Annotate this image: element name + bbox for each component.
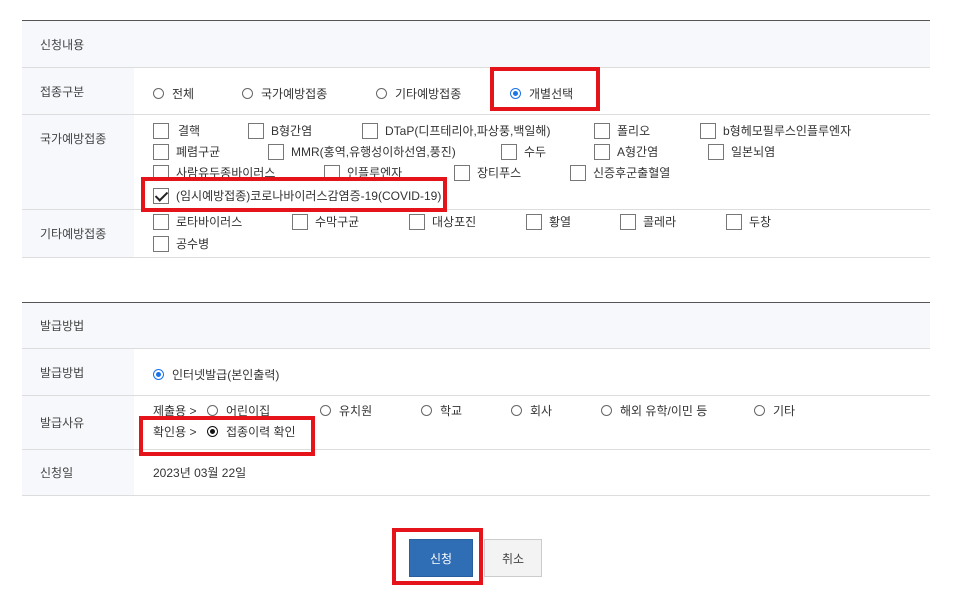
other-vaccination-label: 기타예방접종 xyxy=(22,210,134,257)
highlight-box-individual-select xyxy=(490,67,600,111)
check-meningococcal[interactable]: 수막구균 xyxy=(292,213,359,230)
checkbox-icon xyxy=(594,143,610,160)
other-vaccination-row: 기타예방접종 로타바이러스 수막구균 대상포진 황열 콜레라 두창 공수병 xyxy=(22,210,930,258)
radio-icon xyxy=(601,405,612,416)
check-rotavirus[interactable]: 로타바이러스 xyxy=(153,213,242,230)
checkbox-icon xyxy=(362,122,378,139)
application-date-row: 신청일 2023년 03월 22일 xyxy=(22,450,930,496)
issue-method-label: 발급방법 xyxy=(22,349,134,395)
check-hepb[interactable]: B형간염 xyxy=(248,122,312,139)
radio-icon xyxy=(511,405,522,416)
checkbox-icon xyxy=(454,164,470,181)
check-cholera[interactable]: 콜레라 xyxy=(620,213,676,230)
application-date-value: 2023년 03월 22일 xyxy=(153,466,247,480)
checkbox-icon xyxy=(153,143,169,160)
checkbox-icon xyxy=(153,122,169,139)
check-hepa[interactable]: A형간염 xyxy=(594,143,658,160)
check-dtap[interactable]: DTaP(디프테리아,파상풍,백일해) xyxy=(362,122,550,139)
check-mmr[interactable]: MMR(홍역,유행성이하선염,풍진) xyxy=(268,143,456,160)
radio-company[interactable]: 회사 xyxy=(511,402,552,419)
radio-all[interactable]: 전체 xyxy=(153,85,194,102)
radio-kindergarten[interactable]: 유치원 xyxy=(320,402,372,419)
radio-etc[interactable]: 기타 xyxy=(754,402,795,419)
checkbox-icon xyxy=(248,122,264,139)
highlight-box-vaccination-history xyxy=(139,416,315,456)
section-title: 신청내용 xyxy=(40,37,85,52)
cancel-button[interactable]: 취소 xyxy=(484,539,542,577)
radio-school[interactable]: 학교 xyxy=(421,402,462,419)
issue-method-row: 발급방법 인터넷발급(본인출력) xyxy=(22,349,930,396)
section-header: 신청내용 xyxy=(22,21,930,68)
check-japanese-encephalitis[interactable]: 일본뇌염 xyxy=(708,143,775,160)
check-yellow-fever[interactable]: 황열 xyxy=(526,213,571,230)
checkbox-icon xyxy=(409,213,425,230)
check-rabies[interactable]: 공수병 xyxy=(153,235,209,252)
check-hib[interactable]: b형헤모필루스인플루엔자 xyxy=(700,122,851,139)
checkbox-icon xyxy=(153,213,169,230)
radio-study-abroad[interactable]: 해외 유학/이민 등 xyxy=(601,402,707,419)
radio-other[interactable]: 기타예방접종 xyxy=(376,85,461,102)
checkbox-icon xyxy=(501,143,517,160)
check-varicella[interactable]: 수두 xyxy=(501,143,546,160)
vaccination-type-label: 접종구분 xyxy=(22,68,134,114)
checkbox-icon xyxy=(700,122,716,139)
radio-icon xyxy=(320,405,331,416)
issue-reason-label: 발급사유 xyxy=(22,396,134,449)
highlight-box-submit xyxy=(392,528,483,585)
checkbox-icon xyxy=(268,143,284,160)
check-zoster[interactable]: 대상포진 xyxy=(409,213,476,230)
radio-national[interactable]: 국가예방접종 xyxy=(242,85,327,102)
checkbox-icon xyxy=(570,164,586,181)
check-pneumococcal[interactable]: 폐렴구균 xyxy=(153,143,220,160)
radio-icon xyxy=(421,405,432,416)
check-hfrs[interactable]: 신증후군출혈열 xyxy=(570,164,670,181)
radio-internet-issue[interactable]: 인터넷발급(본인출력) xyxy=(153,366,279,383)
section-header: 발급방법 xyxy=(22,303,930,349)
checkbox-icon xyxy=(708,143,724,160)
checkbox-icon xyxy=(726,213,742,230)
checkbox-icon xyxy=(594,122,610,139)
radio-icon xyxy=(376,88,387,99)
check-polio[interactable]: 폴리오 xyxy=(594,122,650,139)
national-vaccination-label: 국가예방접종 xyxy=(22,115,134,209)
checkbox-icon xyxy=(153,235,169,252)
vaccination-type-row: 접종구분 전체 국가예방접종 기타예방접종 개별선택 xyxy=(22,68,930,115)
radio-icon xyxy=(153,88,164,99)
checkbox-icon xyxy=(526,213,542,230)
section-title: 발급방법 xyxy=(40,319,85,333)
application-content-table: 신청내용 접종구분 전체 국가예방접종 기타예방접종 개별선택 국가예방접종 결… xyxy=(22,20,930,258)
application-date-label: 신청일 xyxy=(22,450,134,495)
checkbox-icon xyxy=(292,213,308,230)
check-bcg[interactable]: 결핵 xyxy=(153,122,200,139)
check-typhoid[interactable]: 장티푸스 xyxy=(454,164,521,181)
highlight-box-covid19 xyxy=(141,177,447,212)
radio-icon xyxy=(242,88,253,99)
radio-icon xyxy=(207,405,218,416)
radio-checked-icon xyxy=(153,369,164,380)
radio-icon xyxy=(754,405,765,416)
check-smallpox[interactable]: 두창 xyxy=(726,213,771,230)
checkbox-icon xyxy=(620,213,636,230)
issue-method-table: 발급방법 발급방법 인터넷발급(본인출력) 발급사유 제출용 > 어린이집 유치… xyxy=(22,302,930,496)
